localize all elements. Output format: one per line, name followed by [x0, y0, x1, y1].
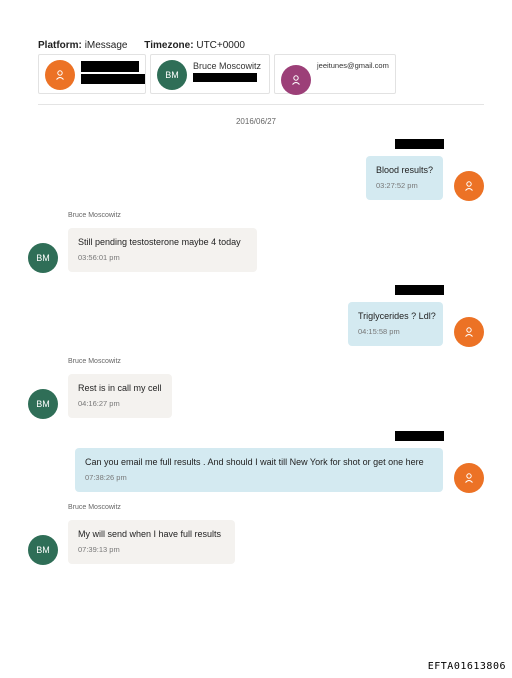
header-divider	[38, 104, 484, 105]
message-time: 03:56:01 pm	[78, 253, 120, 262]
message-text: My will send when I have full results	[78, 529, 222, 539]
redacted-handle	[81, 74, 145, 84]
person-icon	[281, 65, 311, 95]
person-icon	[454, 317, 484, 347]
message-time: 04:16:27 pm	[78, 399, 120, 408]
participants-list: BM Bruce Moscowitz jeeitunes@gmail.com	[38, 54, 396, 95]
conversation-date: 2016/06/27	[235, 117, 277, 126]
message-text: Rest is in call my cell	[78, 383, 162, 393]
message-text: Blood results?	[376, 165, 434, 175]
avatar-initials: BM	[28, 243, 58, 273]
person-icon	[454, 463, 484, 493]
message-text: Can you email me full results . And shou…	[85, 457, 424, 467]
message-bubble-incoming: Rest is in call my cell 04:16:27 pm	[68, 374, 172, 418]
avatar-initials: BM	[157, 60, 187, 90]
redacted-handle	[193, 73, 257, 82]
redacted-name	[81, 61, 139, 72]
document-id: EFTA01613806	[427, 661, 506, 672]
message-text: Still pending testosterone maybe 4 today	[78, 237, 241, 247]
conversation-meta: Platform: iMessage Timezone: UTC+0000	[38, 40, 245, 51]
message-sender: Bruce Moscowitz	[68, 212, 121, 219]
message-sender: Bruce Moscowitz	[68, 504, 121, 511]
participant-name: Bruce Moscowitz	[193, 61, 262, 71]
message-bubble-outgoing: Can you email me full results . And shou…	[75, 448, 443, 492]
participant-card: jeeitunes@gmail.com	[274, 54, 396, 95]
message-time: 07:38:26 pm	[85, 473, 127, 482]
message-time: 07:39:13 pm	[78, 545, 120, 554]
redacted-sender	[395, 431, 444, 441]
person-icon	[45, 60, 75, 90]
person-icon	[454, 171, 484, 201]
participant-card	[38, 54, 146, 94]
message-bubble-outgoing: Triglycerides ? Ldl? 04:15:58 pm	[348, 302, 443, 346]
message-time: 04:15:58 pm	[358, 327, 400, 336]
message-bubble-incoming: My will send when I have full results 07…	[68, 520, 235, 564]
platform-value: iMessage	[84, 40, 128, 51]
platform-label: Platform:	[38, 40, 82, 51]
message-bubble-incoming: Still pending testosterone maybe 4 today…	[68, 228, 257, 272]
avatar-initials: BM	[28, 535, 58, 565]
redacted-sender	[395, 139, 444, 149]
timezone-label: Timezone:	[144, 40, 194, 51]
message-bubble-outgoing: Blood results? 03:27:52 pm	[366, 156, 443, 200]
redacted-sender	[395, 285, 444, 295]
participant-email: jeeitunes@gmail.com	[317, 61, 389, 70]
message-text: Triglycerides ? Ldl?	[358, 311, 436, 321]
message-time: 03:27:52 pm	[376, 181, 418, 190]
timezone-value: UTC+0000	[196, 40, 245, 51]
participant-card: BM Bruce Moscowitz	[150, 54, 270, 94]
avatar-initials: BM	[28, 389, 58, 419]
message-sender: Bruce Moscowitz	[68, 358, 121, 365]
